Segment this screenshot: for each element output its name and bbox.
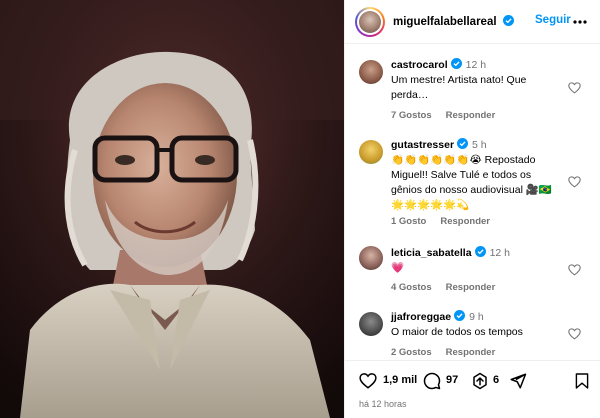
commenter-avatar[interactable] bbox=[359, 60, 383, 84]
verified-icon bbox=[502, 15, 514, 26]
author-username[interactable]: miguelfalabellareal bbox=[393, 15, 514, 28]
post-media[interactable] bbox=[0, 0, 344, 418]
heart-icon[interactable] bbox=[568, 82, 581, 94]
post-image bbox=[0, 0, 344, 418]
commenter-avatar[interactable] bbox=[359, 312, 383, 336]
reply-button[interactable]: Responder bbox=[440, 216, 490, 227]
save-icon[interactable] bbox=[575, 372, 589, 390]
comment-icon[interactable] bbox=[423, 372, 441, 390]
post-timestamp: há 12 horas bbox=[359, 399, 407, 409]
heart-icon[interactable] bbox=[568, 264, 581, 276]
comment-likes[interactable]: 1 Gosto bbox=[391, 216, 426, 227]
verified-icon bbox=[457, 138, 469, 149]
follow-button[interactable]: Seguir bbox=[535, 14, 571, 26]
comment-likes[interactable]: 4 Gostos bbox=[391, 282, 432, 293]
comment-text: 💗 bbox=[391, 262, 405, 274]
shares-count[interactable]: 6 bbox=[493, 374, 499, 386]
commenter-avatar[interactable] bbox=[359, 140, 383, 164]
comment-text: O maior de todos os tempos bbox=[391, 326, 523, 338]
more-icon[interactable] bbox=[573, 20, 587, 24]
verified-icon bbox=[454, 310, 466, 321]
comment-likes[interactable]: 2 Gostos bbox=[391, 347, 432, 358]
comment-time[interactable]: 9 h bbox=[469, 311, 484, 323]
send-icon[interactable] bbox=[509, 372, 527, 390]
verified-icon bbox=[450, 58, 462, 69]
comment-time[interactable]: 12 h bbox=[466, 59, 486, 71]
likes-count[interactable]: 1,9 mil bbox=[383, 374, 417, 386]
verified-icon bbox=[474, 246, 486, 257]
comments-count[interactable]: 97 bbox=[446, 374, 458, 386]
comment-text: Um mestre! Artista nato! Que perda… bbox=[391, 74, 527, 101]
comment-time[interactable]: 5 h bbox=[472, 139, 487, 151]
author-avatar[interactable] bbox=[355, 7, 385, 37]
post-actions: 1,9 mil 97 6 há 12 horas bbox=[345, 360, 600, 418]
comment-username[interactable]: jjafroreggae bbox=[391, 311, 451, 323]
reply-button[interactable]: Responder bbox=[446, 282, 496, 293]
heart-icon[interactable] bbox=[359, 372, 377, 390]
post-panel: miguelfalabellareal Seguir castrocarol 12… bbox=[344, 0, 600, 418]
commenter-avatar[interactable] bbox=[359, 246, 383, 270]
heart-icon[interactable] bbox=[568, 328, 581, 340]
post-header: miguelfalabellareal Seguir bbox=[345, 0, 600, 44]
comments-list[interactable]: castrocarol 12 h Um mestre! Artista nato!… bbox=[345, 44, 600, 360]
comment-username[interactable]: castrocarol bbox=[391, 59, 448, 71]
share-icon[interactable] bbox=[471, 372, 489, 390]
reply-button[interactable]: Responder bbox=[446, 110, 496, 121]
heart-icon[interactable] bbox=[568, 176, 581, 188]
comment-likes[interactable]: 7 Gostos bbox=[391, 110, 432, 121]
comment-time[interactable]: 12 h bbox=[490, 247, 510, 259]
reply-button[interactable]: Responder bbox=[446, 347, 496, 358]
comment-username[interactable]: gutastresser bbox=[391, 139, 454, 151]
comment-text: 👏👏👏👏👏👏😭 Repostado Miguel!! Salve Tulé e … bbox=[391, 154, 552, 211]
comment-username[interactable]: leticia_sabatella bbox=[391, 247, 472, 259]
